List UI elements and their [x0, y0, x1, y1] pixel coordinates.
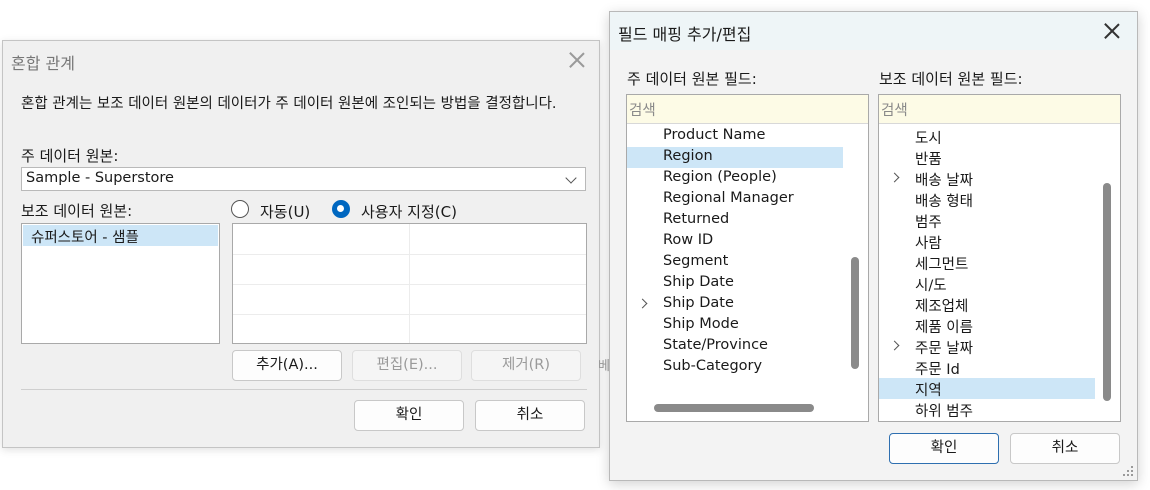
list-item-label: 슈퍼스토어 - 샘플 [31, 230, 139, 246]
secondary-source-label: 보조 데이터 원본: [21, 202, 133, 220]
primary-fields-panel: 검색 Product Name Region Region (People) Regi… [626, 94, 869, 422]
list-item[interactable]: Returned [627, 210, 843, 231]
mapping-dialog-title: 필드 매핑 추가/편집 [618, 25, 752, 44]
list-item-label: State/Province [663, 337, 768, 353]
field-mapping-dialog: 필드 매핑 추가/편집 주 데이터 원본 필드: 보조 데이터 원본 필드: 검… [609, 11, 1138, 481]
list-item[interactable]: 지역 [879, 378, 1095, 399]
list-item[interactable]: Ship Date [627, 273, 843, 294]
radio-custom-label[interactable]: 사용자 지정(C) [361, 201, 457, 222]
list-item-label: 배송 날짜 [915, 173, 973, 189]
list-item-label: Sub-Category [663, 358, 763, 374]
radio-custom[interactable] [332, 200, 350, 218]
list-item[interactable]: 주문 Id [879, 357, 1095, 378]
cancel-button[interactable]: 취소 [475, 400, 585, 431]
blend-dialog-titlebar[interactable]: 혼합 관계 [3, 41, 599, 81]
list-item-label: 시/도 [915, 278, 947, 294]
list-item[interactable]: Product Name [627, 126, 843, 147]
list-item[interactable]: Region [627, 147, 843, 168]
ok-button[interactable]: 확인 [889, 433, 999, 464]
blend-relationship-dialog: 혼합 관계 혼합 관계는 보조 데이터 원본의 데이터가 주 데이터 원본에 조… [2, 40, 600, 448]
add-button[interactable]: 추가(A)... [232, 350, 342, 381]
list-item[interactable]: 배송 형태 [879, 189, 1095, 210]
primary-vertical-scrollbar[interactable] [851, 257, 859, 369]
list-item-label: 제품 이름 [915, 320, 973, 336]
secondary-vertical-scrollbar[interactable] [1103, 183, 1111, 401]
list-item[interactable]: 하위 범주 [879, 399, 1095, 420]
list-item-label: Ship Date [663, 274, 734, 290]
list-item[interactable]: Sub-Category [627, 357, 843, 378]
chevron-right-icon[interactable] [889, 340, 900, 351]
list-item-label: 세그먼트 [915, 257, 969, 273]
list-item[interactable]: 배송 날짜 [879, 168, 1095, 189]
list-item[interactable]: 세그먼트 [879, 252, 1095, 273]
blend-dialog-title: 혼합 관계 [11, 54, 75, 73]
search-placeholder: 검색 [629, 103, 656, 119]
secondary-fields-label: 보조 데이터 원본 필드: [879, 70, 1023, 88]
list-item[interactable]: Ship Date [627, 294, 843, 315]
list-item[interactable]: 제품 이름 [879, 315, 1095, 336]
secondary-fields-panel: 검색 도시반품배송 날짜배송 형태범주사람세그먼트시/도제조업체제품 이름주문 … [878, 94, 1121, 422]
list-item-label: 반품 [915, 152, 942, 168]
list-item[interactable]: Row ID [627, 231, 843, 252]
list-item[interactable]: 제조업체 [879, 294, 1095, 315]
primary-source-value: Sample - Superstore [26, 170, 174, 186]
list-item-label: Product Name [663, 127, 766, 143]
list-item-label: 배송 형태 [915, 194, 973, 210]
list-item-label: Ship Mode [663, 316, 739, 332]
primary-search-input[interactable]: 검색 [627, 95, 868, 124]
list-item-label: 사람 [915, 236, 942, 252]
list-item-label: 범주 [915, 215, 942, 231]
list-item[interactable]: 주문 날짜 [879, 336, 1095, 357]
list-item[interactable]: 범주 [879, 210, 1095, 231]
chevron-right-icon[interactable] [637, 298, 648, 309]
list-item-label: 주문 Id [915, 362, 960, 378]
close-icon[interactable] [1104, 23, 1120, 39]
mapping-grid[interactable] [232, 223, 587, 344]
edit-button[interactable]: 편집(E)... [352, 350, 462, 381]
list-item[interactable]: 반품 [879, 147, 1095, 168]
secondary-search-input[interactable]: 검색 [879, 95, 1120, 124]
list-item-label: 제조업체 [915, 299, 969, 315]
list-item-label: Region [663, 148, 713, 164]
close-icon[interactable] [569, 52, 585, 68]
search-placeholder: 검색 [881, 103, 908, 119]
primary-source-label: 주 데이터 원본: [21, 147, 119, 165]
list-item[interactable]: 도시 [879, 126, 1095, 147]
list-item[interactable]: Regional Manager [627, 189, 843, 210]
chevron-right-icon[interactable] [889, 172, 900, 183]
blend-description: 혼합 관계는 보조 데이터 원본의 데이터가 주 데이터 원본에 조인되는 방법… [21, 96, 557, 112]
list-item[interactable]: 시/도 [879, 273, 1095, 294]
list-item-label: Returned [663, 211, 730, 227]
list-item-label: 하위 범주 [915, 404, 973, 420]
mapping-dialog-titlebar[interactable]: 필드 매핑 추가/편집 [610, 12, 1137, 50]
list-item-label: Ship Date [663, 295, 734, 311]
list-item[interactable]: State/Province [627, 336, 843, 357]
resize-grip-icon[interactable] [1123, 466, 1133, 476]
list-item-label: Row ID [663, 232, 714, 248]
list-item-label: Regional Manager [663, 190, 794, 206]
list-item[interactable]: Region (People) [627, 168, 843, 189]
list-item[interactable]: 사람 [879, 231, 1095, 252]
radio-auto-label[interactable]: 자동(U) [260, 201, 310, 222]
radio-auto[interactable] [231, 200, 249, 218]
list-item[interactable]: Ship Mode [627, 315, 843, 336]
primary-source-dropdown[interactable]: Sample - Superstore [21, 167, 586, 191]
divider [21, 389, 587, 390]
list-item-label: Region (People) [663, 169, 777, 185]
list-item-label: 지역 [915, 383, 942, 399]
primary-fields-label: 주 데이터 원본 필드: [627, 70, 757, 88]
list-item-label: 도시 [915, 131, 942, 147]
list-item[interactable]: 슈퍼스토어 - 샘플 [23, 225, 218, 246]
remove-button[interactable]: 제거(R) [471, 350, 581, 381]
chevron-down-icon [565, 172, 577, 184]
secondary-source-list[interactable]: 슈퍼스토어 - 샘플 [21, 223, 220, 344]
ok-button[interactable]: 확인 [354, 400, 464, 431]
list-item[interactable]: Segment [627, 252, 843, 273]
cancel-button[interactable]: 취소 [1010, 433, 1120, 464]
list-item-label: 주문 날짜 [915, 341, 973, 357]
list-item-label: Segment [663, 253, 729, 269]
primary-horizontal-scrollbar[interactable] [654, 404, 814, 412]
